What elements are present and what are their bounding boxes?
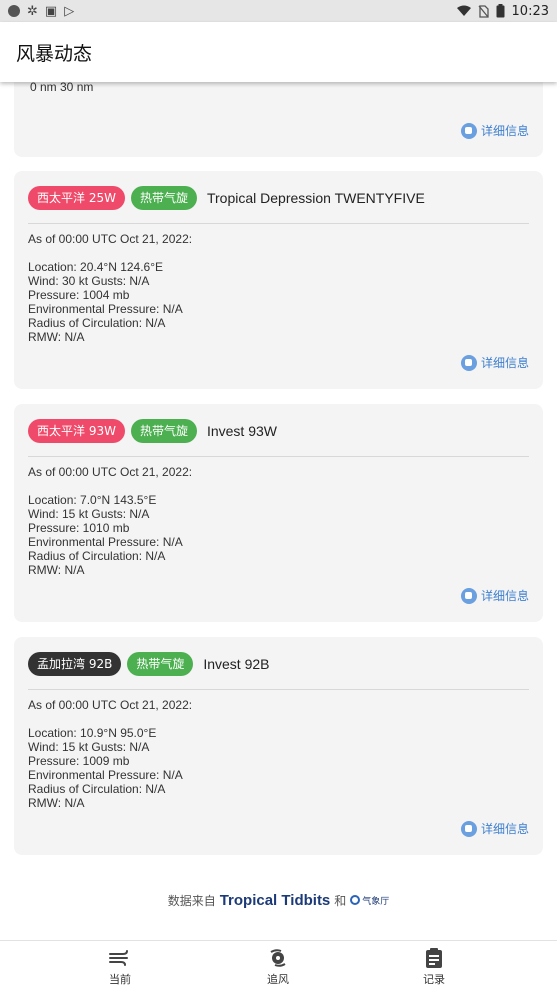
notification-dot-icon	[8, 5, 20, 17]
env-pressure-text: Environmental Pressure: N/A	[28, 302, 183, 316]
pressure-text: Pressure: 1010 mb	[28, 521, 130, 535]
as-of-text: As of 00:00 UTC Oct 21, 2022:	[28, 232, 193, 246]
bug-icon: ✲	[27, 3, 38, 19]
app-a-icon: ▣	[44, 3, 58, 19]
wind-text: Wind: 15 kt Gusts: N/A	[28, 740, 150, 754]
nav-item-chase[interactable]: 追风	[248, 947, 308, 991]
storm-card[interactable]: 西太平洋 25W 热带气旋 Tropical Depression TWENTY…	[14, 171, 543, 389]
nav-item-current[interactable]: 当前	[90, 947, 150, 991]
wifi-icon	[456, 5, 471, 16]
detail-label: 详细信息	[480, 822, 529, 836]
type-chip: 热带气旋	[127, 652, 194, 676]
detail-link[interactable]: 详细信息	[460, 354, 529, 371]
divider	[28, 689, 529, 690]
battery-icon	[496, 4, 505, 18]
storm-info: As of 00:00 UTC Oct 21, 2022: Location: …	[28, 465, 529, 577]
nav-label: 当前	[109, 973, 131, 986]
agency-swirl-icon	[350, 895, 361, 905]
nav-label: 记录	[423, 973, 445, 986]
detail-label: 详细信息	[480, 124, 529, 138]
radius-text: Radius of Circulation: N/A	[28, 549, 166, 563]
weather-agency-logo: 气象厅	[350, 894, 389, 907]
detail-link[interactable]: 详细信息	[460, 587, 529, 604]
clipboard-icon	[425, 947, 443, 969]
partial-line: 0 nm 30 nm	[30, 82, 94, 94]
storm-info: As of 00:00 UTC Oct 21, 2022: Location: …	[28, 698, 529, 810]
rmw-text: RMW: N/A	[28, 563, 85, 577]
location-text: Location: 20.4°N 124.6°E	[28, 260, 164, 274]
pressure-text: Pressure: 1009 mb	[28, 754, 130, 768]
type-chip: 热带气旋	[130, 419, 197, 443]
storm-name: Invest 92B	[203, 656, 270, 672]
storm-list[interactable]: 0 nm 30 nm 详细信息 西太平洋 25W 热带气旋 Tropical D…	[0, 82, 557, 940]
as-of-text: As of 00:00 UTC Oct 21, 2022:	[28, 465, 193, 479]
data-source-credit: 数据来自 Tropical Tidbits 和 气象厅	[0, 888, 557, 912]
region-chip: 西太平洋 93W	[28, 419, 125, 443]
tropical-tidbits-logo: Tropical Tidbits	[219, 891, 331, 909]
typhoon-icon	[267, 947, 289, 969]
detail-label: 详细信息	[480, 356, 529, 370]
radius-text: Radius of Circulation: N/A	[28, 782, 166, 796]
radius-text: Radius of Circulation: N/A	[28, 316, 166, 330]
divider	[28, 456, 529, 457]
location-text: Location: 10.9°N 95.0°E	[28, 726, 157, 740]
bottom-navigation: 当前 追风 记录	[0, 940, 557, 994]
wind-icon	[109, 947, 131, 969]
type-chip: 热带气旋	[130, 186, 197, 210]
env-pressure-text: Environmental Pressure: N/A	[28, 768, 183, 782]
region-chip: 孟加拉湾 92B	[28, 652, 122, 676]
wind-text: Wind: 15 kt Gusts: N/A	[28, 507, 150, 521]
pressure-text: Pressure: 1004 mb	[28, 288, 130, 302]
details-icon	[460, 354, 477, 371]
card-header: 西太平洋 25W 热带气旋 Tropical Depression TWENTY…	[28, 185, 529, 211]
status-bar-right: 10:23	[456, 3, 549, 19]
play-store-icon: ▷	[64, 3, 75, 19]
region-chip: 西太平洋 25W	[28, 186, 125, 210]
storm-card[interactable]: 西太平洋 93W 热带气旋 Invest 93W As of 00:00 UTC…	[14, 404, 543, 622]
detail-link[interactable]: 详细信息	[460, 122, 529, 139]
rmw-text: RMW: N/A	[28, 330, 85, 344]
status-bar: ✲ ▣ ▷ 10:23	[0, 0, 557, 22]
storm-info: As of 00:00 UTC Oct 21, 2022: Location: …	[28, 232, 529, 344]
divider	[28, 223, 529, 224]
credit-prefix: 数据来自	[167, 893, 216, 908]
env-pressure-text: Environmental Pressure: N/A	[28, 535, 183, 549]
details-icon	[460, 820, 477, 837]
details-icon	[460, 587, 477, 604]
storm-name: Tropical Depression TWENTYFIVE	[206, 190, 425, 206]
detail-link[interactable]: 详细信息	[460, 820, 529, 837]
page-title: 风暴动态	[16, 42, 93, 65]
storm-card[interactable]: 孟加拉湾 92B 热带气旋 Invest 92B As of 00:00 UTC…	[14, 637, 543, 855]
nav-label: 追风	[267, 973, 289, 986]
as-of-text: As of 00:00 UTC Oct 21, 2022:	[28, 698, 193, 712]
details-icon	[460, 122, 477, 139]
partial-card-text: 0 nm 30 nm	[30, 82, 93, 94]
no-sim-icon	[478, 4, 489, 18]
storm-name: Invest 93W	[206, 423, 277, 439]
rmw-text: RMW: N/A	[28, 796, 85, 810]
card-header: 西太平洋 93W 热带气旋 Invest 93W	[28, 418, 529, 444]
status-bar-left: ✲ ▣ ▷	[8, 5, 74, 18]
status-time: 10:23	[511, 3, 549, 19]
agency-name: 气象厅	[362, 896, 390, 907]
app-bar: 风暴动态	[0, 22, 557, 82]
card-header: 孟加拉湾 92B 热带气旋 Invest 92B	[28, 651, 529, 677]
wind-text: Wind: 30 kt Gusts: N/A	[28, 274, 150, 288]
location-text: Location: 7.0°N 143.5°E	[28, 493, 157, 507]
credit-conjunction: 和	[334, 893, 347, 908]
detail-label: 详细信息	[480, 589, 529, 603]
nav-item-records[interactable]: 记录	[404, 947, 464, 991]
storm-card-partial[interactable]: 0 nm 30 nm 详细信息	[14, 82, 543, 157]
